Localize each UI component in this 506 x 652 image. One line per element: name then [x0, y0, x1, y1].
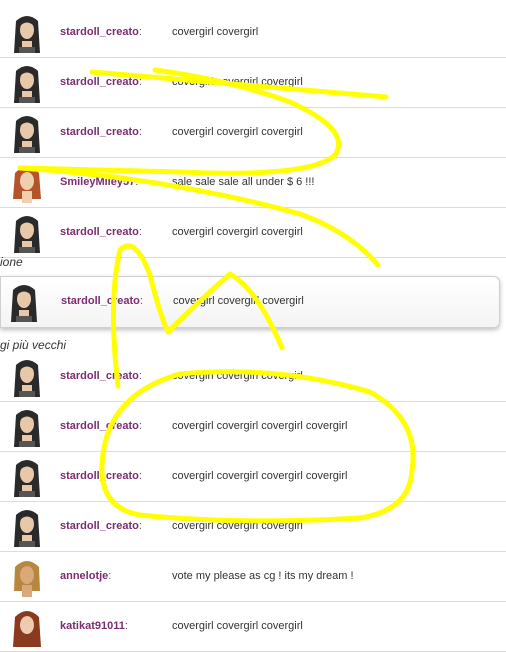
avatar-dark-hair[interactable]: [10, 457, 44, 497]
username-link[interactable]: stardoll_creato:: [60, 520, 142, 532]
username-link[interactable]: stardoll_creato:: [60, 126, 142, 138]
avatar-auburn-hair[interactable]: [10, 607, 44, 647]
avatar-dark-hair[interactable]: [10, 63, 44, 103]
avatar-dark-hair[interactable]: [10, 13, 44, 53]
message-text: covergirl covergirl covergirl covergirl: [172, 420, 348, 432]
username-link[interactable]: annelotje:: [60, 570, 111, 582]
list-item: katikat91011: covergirl covergirl coverg…: [0, 602, 506, 652]
list-item: SmileyMiley57: sale sale sale all under …: [0, 158, 506, 208]
avatar-dark-hair[interactable]: [10, 507, 44, 547]
highlighted-list-item[interactable]: stardoll_creato: covergirl covergirl cov…: [0, 276, 500, 328]
section-label: gi più vecchi: [0, 338, 67, 352]
avatar-dark-hair[interactable]: [10, 213, 44, 253]
list-item: stardoll_creato: covergirl covergirl cov…: [0, 58, 506, 108]
message-text: covergirl covergirl covergirl covergirl: [172, 470, 348, 482]
list-item: stardoll_creato: covergirl covergirl: [0, 8, 506, 58]
message-text: covergirl covergirl covergirl: [172, 620, 303, 632]
message-text: covergirl covergirl: [172, 26, 259, 38]
avatar-dark-hair[interactable]: [10, 407, 44, 447]
list-item: annelotje: vote my please as cg ! its my…: [0, 552, 506, 602]
list-item: stardoll_creato: covergirl covergirl cov…: [0, 108, 506, 158]
username-link[interactable]: stardoll_creato:: [60, 470, 142, 482]
username-link[interactable]: katikat91011:: [60, 620, 128, 632]
message-text: vote my please as cg ! its my dream !: [172, 570, 354, 582]
message-text: covergirl covergirl covergirl: [172, 126, 303, 138]
username-link[interactable]: stardoll_creato:: [60, 420, 142, 432]
message-text: covergirl covergirl covergirl: [173, 295, 304, 307]
list-item: stardoll_creato: covergirl covergirl cov…: [0, 452, 506, 502]
username-link[interactable]: stardoll_creato:: [60, 226, 142, 238]
username-link[interactable]: stardoll_creato:: [60, 370, 142, 382]
username-link[interactable]: SmileyMiley57:: [60, 176, 138, 188]
list-item: stardoll_creato: covergirl covergirl cov…: [0, 208, 506, 258]
username-link[interactable]: stardoll_creato:: [61, 295, 143, 307]
message-text: covergirl covergirl covergirl: [172, 520, 303, 532]
section-label: ione: [0, 255, 23, 269]
list-item: stardoll_creato: covergirl covergirl cov…: [0, 402, 506, 452]
message-text: covergirl covergirl covergirl: [172, 370, 303, 382]
message-text: covergirl covergirl covergirl: [172, 226, 303, 238]
username-link[interactable]: stardoll_creato:: [60, 26, 142, 38]
list-item: stardoll_creato: covergirl covergirl cov…: [0, 352, 506, 402]
avatar-blonde-hair[interactable]: [10, 557, 44, 597]
avatar-red-hair[interactable]: [10, 163, 44, 203]
avatar-dark-hair[interactable]: [10, 357, 44, 397]
message-text: covergirl covergirl covergirl: [172, 76, 303, 88]
list-item: stardoll_creato: covergirl covergirl cov…: [0, 502, 506, 552]
avatar-dark-hair[interactable]: [10, 113, 44, 153]
avatar-dark-hair[interactable]: [7, 282, 41, 322]
username-link[interactable]: stardoll_creato:: [60, 76, 142, 88]
message-text: sale sale sale all under $ 6 !!!: [172, 176, 315, 188]
